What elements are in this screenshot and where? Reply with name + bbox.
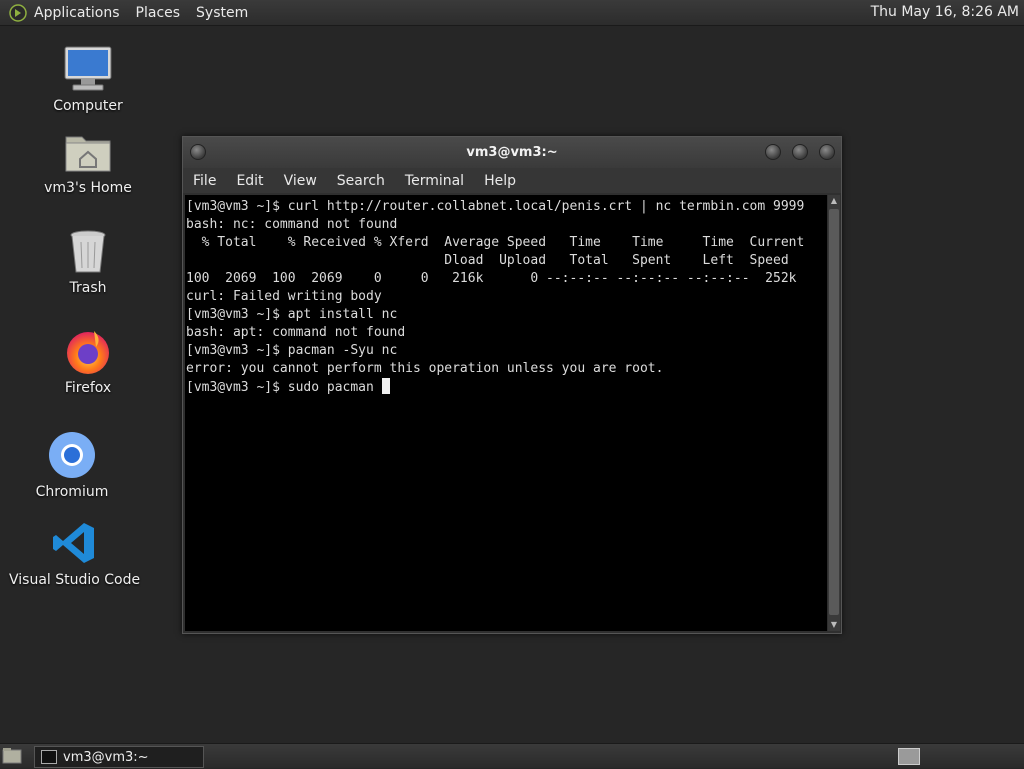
terminal-line: [vm3@vm3 ~]$ pacman -Syu nc (186, 343, 398, 358)
window-titlebar[interactable]: vm3@vm3:~ (183, 137, 841, 168)
maximize-icon[interactable] (792, 144, 808, 160)
minimize-icon[interactable] (765, 144, 781, 160)
desktop-icon-trash[interactable]: Trash (23, 226, 153, 296)
terminal-line: % Total % Received % Xferd Average Speed… (186, 235, 805, 250)
desktop-icon-chromium[interactable]: Chromium (7, 430, 137, 500)
terminal-line: [vm3@vm3 ~]$ curl http://router.collabne… (186, 199, 805, 214)
taskbar-terminal-button[interactable]: vm3@vm3:~ (34, 746, 204, 768)
scroll-up-icon[interactable]: ▲ (828, 195, 840, 207)
firefox-icon (60, 326, 116, 376)
taskbar-item-label: vm3@vm3:~ (63, 749, 149, 765)
top-panel: Applications Places System Thu May 16, 8… (0, 0, 1024, 26)
desktop-icon-label: Chromium (35, 484, 109, 500)
places-menu[interactable]: Places (136, 5, 181, 21)
workspace-switcher[interactable] (898, 748, 920, 765)
scroll-thumb[interactable] (829, 209, 839, 615)
terminal-line: [vm3@vm3 ~]$ sudo pacman (186, 380, 382, 395)
system-menu[interactable]: System (196, 5, 248, 21)
applications-menu[interactable]: Applications (34, 5, 120, 21)
chromium-icon (44, 430, 100, 480)
window-menu-icon[interactable] (190, 144, 206, 160)
desktop-icon-label: vm3's Home (44, 180, 132, 196)
terminal-window[interactable]: vm3@vm3:~ File Edit View Search Terminal… (182, 136, 842, 634)
terminal-output[interactable]: [vm3@vm3 ~]$ curl http://router.collabne… (185, 195, 827, 631)
distro-logo-icon[interactable] (8, 3, 28, 23)
desktop-icon-label: Computer (53, 98, 123, 114)
menu-search[interactable]: Search (337, 173, 385, 189)
desktop-icon-computer[interactable]: Computer (23, 44, 153, 114)
home-folder-icon (60, 126, 116, 176)
terminal-line: Dload Upload Total Spent Left Speed (186, 253, 789, 268)
scroll-down-icon[interactable]: ▼ (828, 619, 840, 631)
menu-file[interactable]: File (193, 173, 216, 189)
text-cursor (381, 378, 390, 394)
trash-icon (60, 226, 116, 276)
terminal-line: error: you cannot perform this operation… (186, 361, 664, 376)
desktop-icon-label: Trash (69, 280, 107, 296)
menu-help[interactable]: Help (484, 173, 516, 189)
terminal-icon (41, 750, 57, 764)
vscode-icon (46, 518, 102, 568)
desktop-icon-label: Visual Studio Code (9, 572, 141, 588)
terminal-line: bash: nc: command not found (186, 217, 398, 232)
desktop-icon-firefox[interactable]: Firefox (23, 326, 153, 396)
desktop-icon-vscode[interactable]: Visual Studio Code (9, 518, 141, 588)
show-desktop-icon[interactable] (2, 747, 22, 765)
menu-view[interactable]: View (284, 173, 317, 189)
window-title: vm3@vm3:~ (466, 145, 558, 160)
terminal-line: curl: Failed writing body (186, 289, 382, 304)
terminal-line: 100 2069 100 2069 0 0 216k 0 --:--:-- --… (186, 271, 797, 286)
desktop-icon-home[interactable]: vm3's Home (23, 126, 153, 196)
bottom-panel: vm3@vm3:~ (0, 743, 1024, 768)
close-icon[interactable] (819, 144, 835, 160)
terminal-line: [vm3@vm3 ~]$ apt install nc (186, 307, 398, 322)
terminal-menubar: File Edit View Search Terminal Help (183, 168, 841, 193)
menu-edit[interactable]: Edit (236, 173, 263, 189)
terminal-line: bash: apt: command not found (186, 325, 406, 340)
terminal-scrollbar[interactable]: ▲ ▼ (828, 195, 840, 631)
computer-icon (60, 44, 116, 94)
desktop-icon-label: Firefox (64, 380, 112, 396)
menu-terminal[interactable]: Terminal (405, 173, 464, 189)
clock[interactable]: Thu May 16, 8:26 AM (871, 4, 1019, 20)
